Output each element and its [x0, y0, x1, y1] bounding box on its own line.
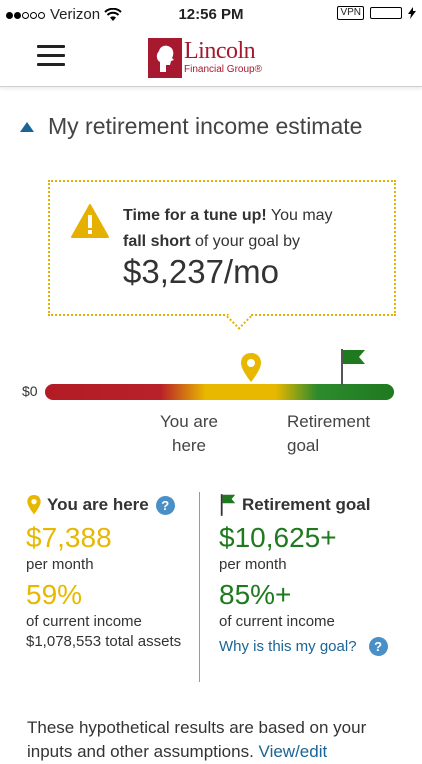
you-are-here-label-line1: You are	[160, 412, 218, 431]
logo-subtitle: Financial Group®	[184, 64, 262, 75]
column-divider	[199, 492, 200, 682]
current-percent-unit: of current income	[26, 613, 142, 630]
status-bar: Verizon 12:56 PM VPN	[0, 0, 422, 30]
callout-mid-bold: fall short	[123, 233, 191, 250]
charging-bolt-icon	[408, 7, 416, 19]
section-header[interactable]: My retirement income estimate	[20, 113, 362, 140]
callout-mid-rest: of your goal by	[190, 233, 300, 250]
goal-percent-unit: of current income	[219, 613, 335, 630]
collapse-triangle-icon[interactable]	[20, 121, 34, 132]
current-income-percent: 59%	[26, 579, 83, 610]
hamburger-menu-icon[interactable]	[37, 45, 65, 67]
you-are-here-label: You are here	[150, 410, 228, 458]
help-icon[interactable]: ?	[368, 637, 388, 656]
you-are-here-title: You are here	[47, 495, 149, 514]
shortfall-amount: $3,237/mo	[123, 253, 279, 290]
retirement-goal-title: Retirement goal	[242, 495, 371, 514]
view-edit-link[interactable]: View/edit	[259, 742, 328, 761]
help-icon[interactable]: ?	[155, 495, 175, 515]
app-header: Lincoln Financial Group®	[0, 30, 422, 87]
callout-lead-rest: You may	[266, 207, 333, 224]
retirement-goal-heading: Retirement goal	[219, 492, 409, 518]
retirement-goal-panel: Retirement goal $10,625+ per month 85%+ …	[219, 492, 409, 656]
why-goal-link[interactable]: Why is this my goal? ?	[219, 637, 409, 656]
zero-label: $0	[22, 383, 38, 399]
disclaimer-text: These hypothetical results are based on …	[27, 716, 407, 764]
location-pin-icon	[240, 353, 261, 382]
retirement-goal-label: Retirement goal	[287, 410, 370, 458]
total-assets: $1,078,553 total assets	[26, 633, 182, 650]
you-are-here-label-line2: here	[171, 436, 207, 455]
goal-monthly-income: $10,625+	[219, 522, 337, 553]
current-monthly-income: $7,388	[26, 522, 112, 553]
callout-lead-bold: Time for a tune up!	[123, 207, 267, 224]
lincoln-logo[interactable]: Lincoln Financial Group®	[148, 36, 278, 80]
why-goal-link-text[interactable]: Why is this my goal?	[219, 638, 357, 655]
you-are-here-heading: You are here ?	[26, 492, 201, 518]
goal-income-percent: 85%+	[219, 579, 292, 610]
flag-icon	[340, 349, 365, 385]
you-are-here-panel: You are here ? $7,388 per month 59% of c…	[26, 492, 201, 652]
current-income-unit: per month	[26, 556, 94, 573]
goal-income-unit: per month	[219, 556, 287, 573]
flag-icon	[220, 494, 236, 516]
battery-icon	[370, 7, 402, 19]
retirement-goal-label-line2: goal	[287, 436, 320, 455]
callout-message: Time for a tune up! You may fall short o…	[123, 203, 383, 255]
location-pin-icon	[27, 495, 41, 515]
section-title: My retirement income estimate	[48, 113, 363, 139]
warning-icon	[71, 204, 109, 238]
logo-name: Lincoln	[184, 38, 256, 64]
lincoln-logo-icon	[148, 38, 182, 78]
retirement-goal-label-line1: Retirement	[287, 412, 371, 431]
vpn-badge: VPN	[337, 6, 364, 20]
